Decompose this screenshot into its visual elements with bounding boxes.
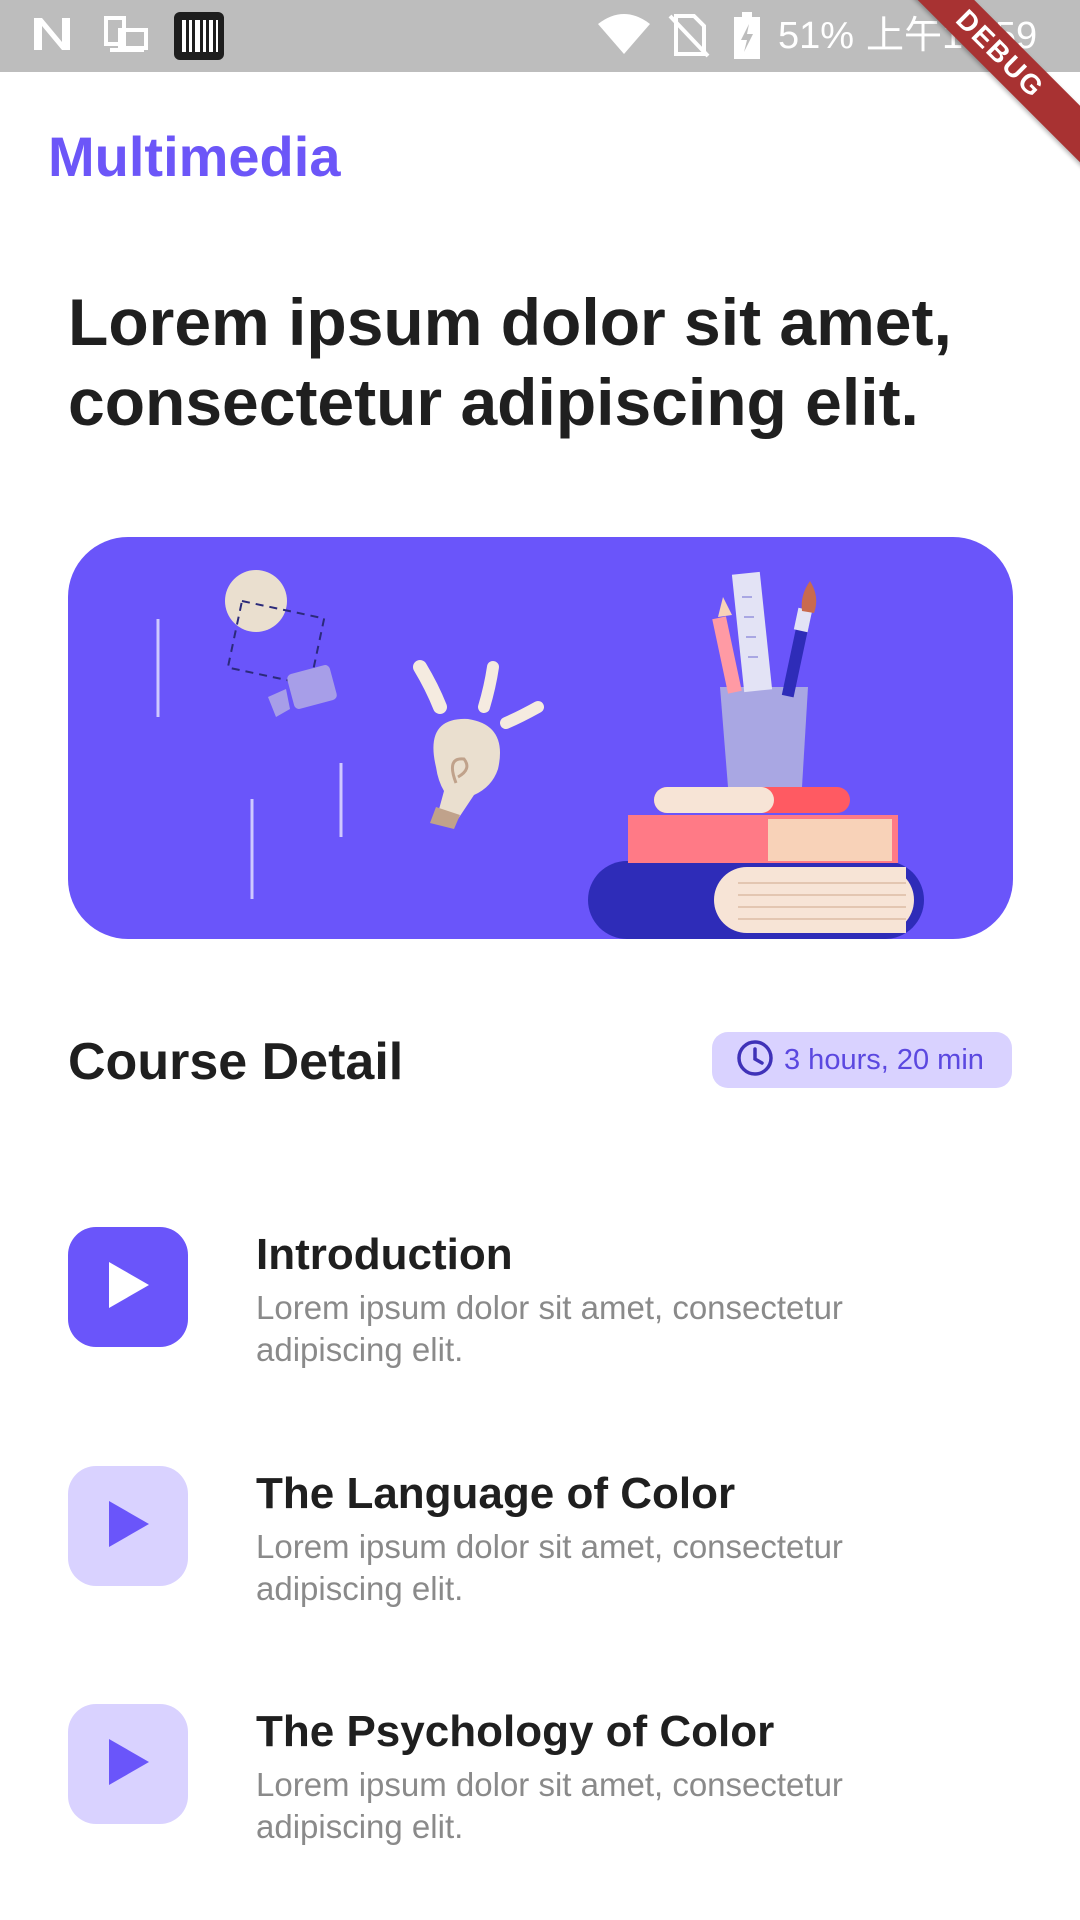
duration-text: 3 hours, 20 min — [784, 1044, 984, 1076]
headline: Lorem ipsum dolor sit amet, consectetur … — [68, 285, 952, 439]
no-sim-icon — [668, 12, 710, 63]
lesson-title: The Psychology of Color — [256, 1707, 775, 1756]
app-title: Multimedia — [48, 125, 341, 188]
screen-cast-icon — [102, 14, 150, 61]
lesson-play-button[interactable] — [68, 1704, 188, 1824]
lesson-item[interactable]: The Language of Color Lorem ipsum dolor … — [68, 1466, 1012, 1607]
lesson-play-button[interactable] — [68, 1466, 188, 1586]
duration-badge: 3 hours, 20 min — [712, 1032, 1012, 1088]
lesson-title: The Language of Color — [256, 1469, 736, 1518]
lesson-description: Lorem ipsum dolor sit amet, consectetur … — [256, 1528, 843, 1607]
battery-icon — [732, 12, 762, 65]
barcode-icon — [174, 12, 224, 65]
status-bar: 51% 上午10:59 — [0, 0, 1080, 72]
app-screen: 51% 上午10:59 DEBUG Multimedia Lorem ipsum… — [0, 0, 1080, 1920]
lesson-item[interactable]: The Psychology of Color Lorem ipsum dolo… — [68, 1704, 1012, 1845]
lesson-title: Introduction — [256, 1230, 513, 1279]
play-icon — [103, 1497, 153, 1556]
battery-percent: 51% — [778, 15, 855, 57]
clock-icon — [736, 1039, 774, 1082]
hero-illustration — [68, 537, 1013, 939]
wifi-icon — [596, 12, 652, 61]
n-logo-icon — [30, 14, 74, 59]
play-icon — [103, 1258, 153, 1317]
lesson-play-button[interactable] — [68, 1227, 188, 1347]
lesson-item[interactable]: Introduction Lorem ipsum dolor sit amet,… — [68, 1227, 1012, 1368]
lesson-description: Lorem ipsum dolor sit amet, consectetur … — [256, 1766, 843, 1845]
play-icon — [103, 1735, 153, 1794]
course-detail-heading: Course Detail — [68, 1033, 404, 1091]
lesson-description: Lorem ipsum dolor sit amet, consectetur … — [256, 1289, 843, 1368]
